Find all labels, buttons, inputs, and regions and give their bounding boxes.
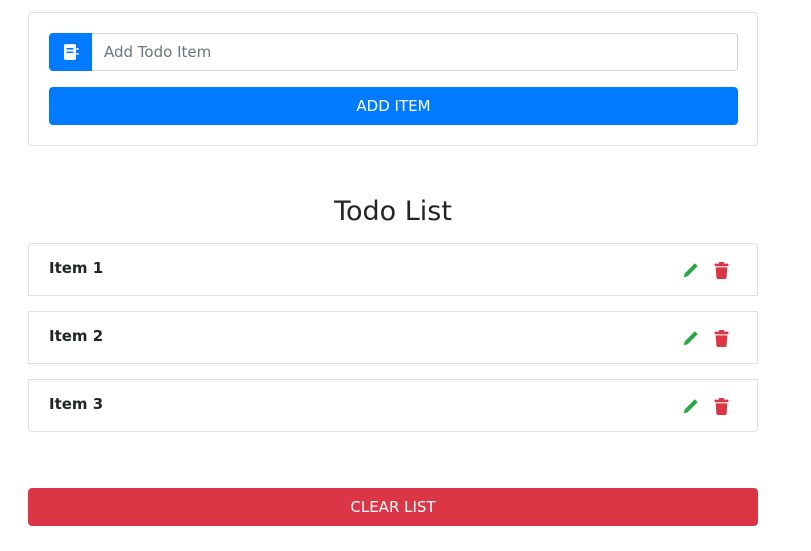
pencil-icon[interactable] xyxy=(681,397,699,415)
trash-icon[interactable] xyxy=(712,397,730,415)
todo-form-card: ADD ITEM xyxy=(28,12,758,146)
input-prepend xyxy=(49,33,92,71)
pencil-icon[interactable] xyxy=(681,261,699,279)
item-label: Item 2 xyxy=(49,326,104,345)
list-item: Item 2 xyxy=(28,311,758,364)
book-icon xyxy=(62,43,80,61)
item-actions xyxy=(681,397,730,415)
pencil-icon[interactable] xyxy=(681,329,699,347)
item-label: Item 1 xyxy=(49,258,104,277)
list-item: Item 3 xyxy=(28,379,758,432)
item-label: Item 3 xyxy=(49,394,104,413)
list-item: Item 1 xyxy=(28,243,758,296)
todo-input-group xyxy=(49,33,738,71)
list-title: Todo List xyxy=(334,196,452,227)
item-actions xyxy=(681,261,730,279)
trash-icon[interactable] xyxy=(712,329,730,347)
add-item-button[interactable]: ADD ITEM xyxy=(49,87,738,125)
clear-list-button[interactable]: CLEAR LIST xyxy=(28,488,758,526)
trash-icon[interactable] xyxy=(712,261,730,279)
todo-input[interactable] xyxy=(92,33,738,71)
item-actions xyxy=(681,329,730,347)
todo-list: Item 1 Item 2 Item 3 xyxy=(28,243,758,447)
